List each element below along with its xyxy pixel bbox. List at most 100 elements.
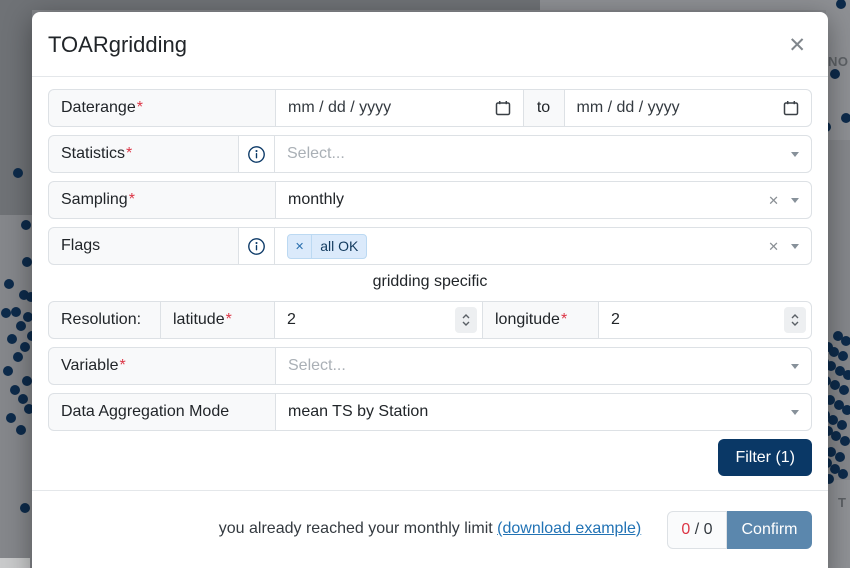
clear-icon[interactable]: ✕ xyxy=(768,194,779,207)
confirm-group: 0 / 0 Confirm xyxy=(667,511,812,549)
number-stepper-icon[interactable] xyxy=(455,307,477,333)
sampling-label: Sampling * xyxy=(48,181,276,219)
latitude-input[interactable]: 2 xyxy=(274,301,483,339)
counter-total: / 0 xyxy=(690,521,713,538)
station-dot xyxy=(829,347,839,357)
modal-header: TOARgridding ✕ xyxy=(32,12,828,77)
map-land-topright xyxy=(540,0,850,10)
required-marker: * xyxy=(126,145,133,162)
station-dot xyxy=(828,415,838,425)
info-icon[interactable] xyxy=(247,237,266,256)
aggregation-value: mean TS by Station xyxy=(288,403,429,420)
aggregation-row: Data Aggregation Mode mean TS by Station xyxy=(48,393,812,431)
flags-select[interactable]: ✕ all OK ✕ xyxy=(274,227,812,265)
date-placeholder: mm / dd / yyyy xyxy=(576,99,680,116)
station-dot xyxy=(831,431,841,441)
required-marker: * xyxy=(225,311,232,328)
station-dot xyxy=(16,321,26,331)
station-dot xyxy=(20,503,30,513)
calendar-icon[interactable] xyxy=(783,100,799,116)
close-icon[interactable]: ✕ xyxy=(788,35,806,56)
station-dot xyxy=(20,342,30,352)
required-marker: * xyxy=(119,357,126,374)
station-dot xyxy=(835,452,845,462)
resolution-row: Resolution: latitude * 2 longitude * 2 xyxy=(48,301,812,339)
statistics-select[interactable]: Select... xyxy=(274,135,812,173)
flags-info-cell xyxy=(238,227,275,265)
modal-footer: you already reached your monthly limit (… xyxy=(32,490,828,568)
station-dot xyxy=(3,366,13,376)
chevron-down-icon xyxy=(791,409,799,415)
section-label: gridding specific xyxy=(372,273,488,290)
flags-row: Flags ✕ all OK ✕ xyxy=(48,227,812,265)
filter-row: Filter (1) xyxy=(48,439,812,476)
filter-button[interactable]: Filter (1) xyxy=(718,439,812,476)
station-dot xyxy=(21,220,31,230)
required-marker: * xyxy=(128,191,135,208)
select-placeholder: Select... xyxy=(288,357,346,374)
aggregation-label: Data Aggregation Mode xyxy=(48,393,276,431)
usage-counter: 0 / 0 xyxy=(667,511,727,549)
station-dot xyxy=(18,394,28,404)
resolution-label: Resolution: xyxy=(48,301,161,339)
longitude-label: longitude * xyxy=(482,301,599,339)
flags-tag: ✕ all OK xyxy=(287,233,368,259)
variable-label: Variable * xyxy=(48,347,276,385)
required-marker: * xyxy=(136,99,143,116)
calendar-icon[interactable] xyxy=(495,100,511,116)
daterange-separator: to xyxy=(522,89,565,127)
modal-title: TOARgridding xyxy=(48,32,187,57)
required-marker: * xyxy=(560,311,568,328)
longitude-value: 2 xyxy=(611,311,620,328)
chevron-down-icon xyxy=(791,243,799,249)
map-water-left xyxy=(0,0,32,215)
number-stepper-icon[interactable] xyxy=(784,307,806,333)
station-dot xyxy=(838,469,848,479)
station-dot xyxy=(13,168,23,178)
station-dot xyxy=(6,413,16,423)
map-place-label: NO xyxy=(828,54,849,69)
daterange-label: Daterange * xyxy=(48,89,276,127)
modal-body: Daterange * mm / dd / yyyy to mm / dd / y… xyxy=(32,77,828,476)
map-light-bottomleft xyxy=(0,558,30,568)
map-place-label: T xyxy=(838,495,846,510)
tag-label: all OK xyxy=(320,238,359,254)
info-icon[interactable] xyxy=(247,145,266,164)
confirm-button[interactable]: Confirm xyxy=(727,511,812,549)
latitude-label: latitude * xyxy=(160,301,275,339)
station-dot xyxy=(22,257,32,267)
tag-remove-icon[interactable]: ✕ xyxy=(288,234,313,258)
station-dot xyxy=(7,334,17,344)
map-land-bottomright xyxy=(826,480,850,568)
daterange-end-input[interactable]: mm / dd / yyyy xyxy=(563,89,812,127)
statistics-row: Statistics * Select... xyxy=(48,135,812,173)
toar-gridding-modal: TOARgridding ✕ Daterange * mm / dd / yyyy… xyxy=(32,12,828,568)
daterange-row: Daterange * mm / dd / yyyy to mm / dd / y… xyxy=(48,89,812,127)
sampling-row: Sampling * monthly ✕ xyxy=(48,181,812,219)
map-water-top xyxy=(0,0,540,10)
station-dot xyxy=(4,279,14,289)
chevron-down-icon xyxy=(791,197,799,203)
daterange-start-input[interactable]: mm / dd / yyyy xyxy=(275,89,524,127)
longitude-input[interactable]: 2 xyxy=(598,301,812,339)
flags-label: Flags xyxy=(48,227,239,265)
station-dot xyxy=(11,307,21,317)
station-dot xyxy=(22,376,32,386)
station-dot xyxy=(830,380,840,390)
station-dot xyxy=(830,69,840,79)
clear-icon[interactable]: ✕ xyxy=(768,240,779,253)
station-dot xyxy=(13,352,23,362)
aggregation-select[interactable]: mean TS by Station xyxy=(275,393,812,431)
sampling-select[interactable]: monthly ✕ xyxy=(275,181,812,219)
station-dot xyxy=(838,351,848,361)
counter-used: 0 xyxy=(681,521,691,538)
station-dot xyxy=(840,436,850,446)
station-dot xyxy=(839,385,849,395)
statistics-label: Statistics * xyxy=(48,135,239,173)
select-placeholder: Select... xyxy=(287,145,345,162)
date-placeholder: mm / dd / yyyy xyxy=(288,99,392,116)
station-dot xyxy=(837,420,847,430)
statistics-info-cell xyxy=(238,135,275,173)
download-example-link[interactable]: (download example) xyxy=(497,520,641,537)
variable-select[interactable]: Select... xyxy=(275,347,812,385)
